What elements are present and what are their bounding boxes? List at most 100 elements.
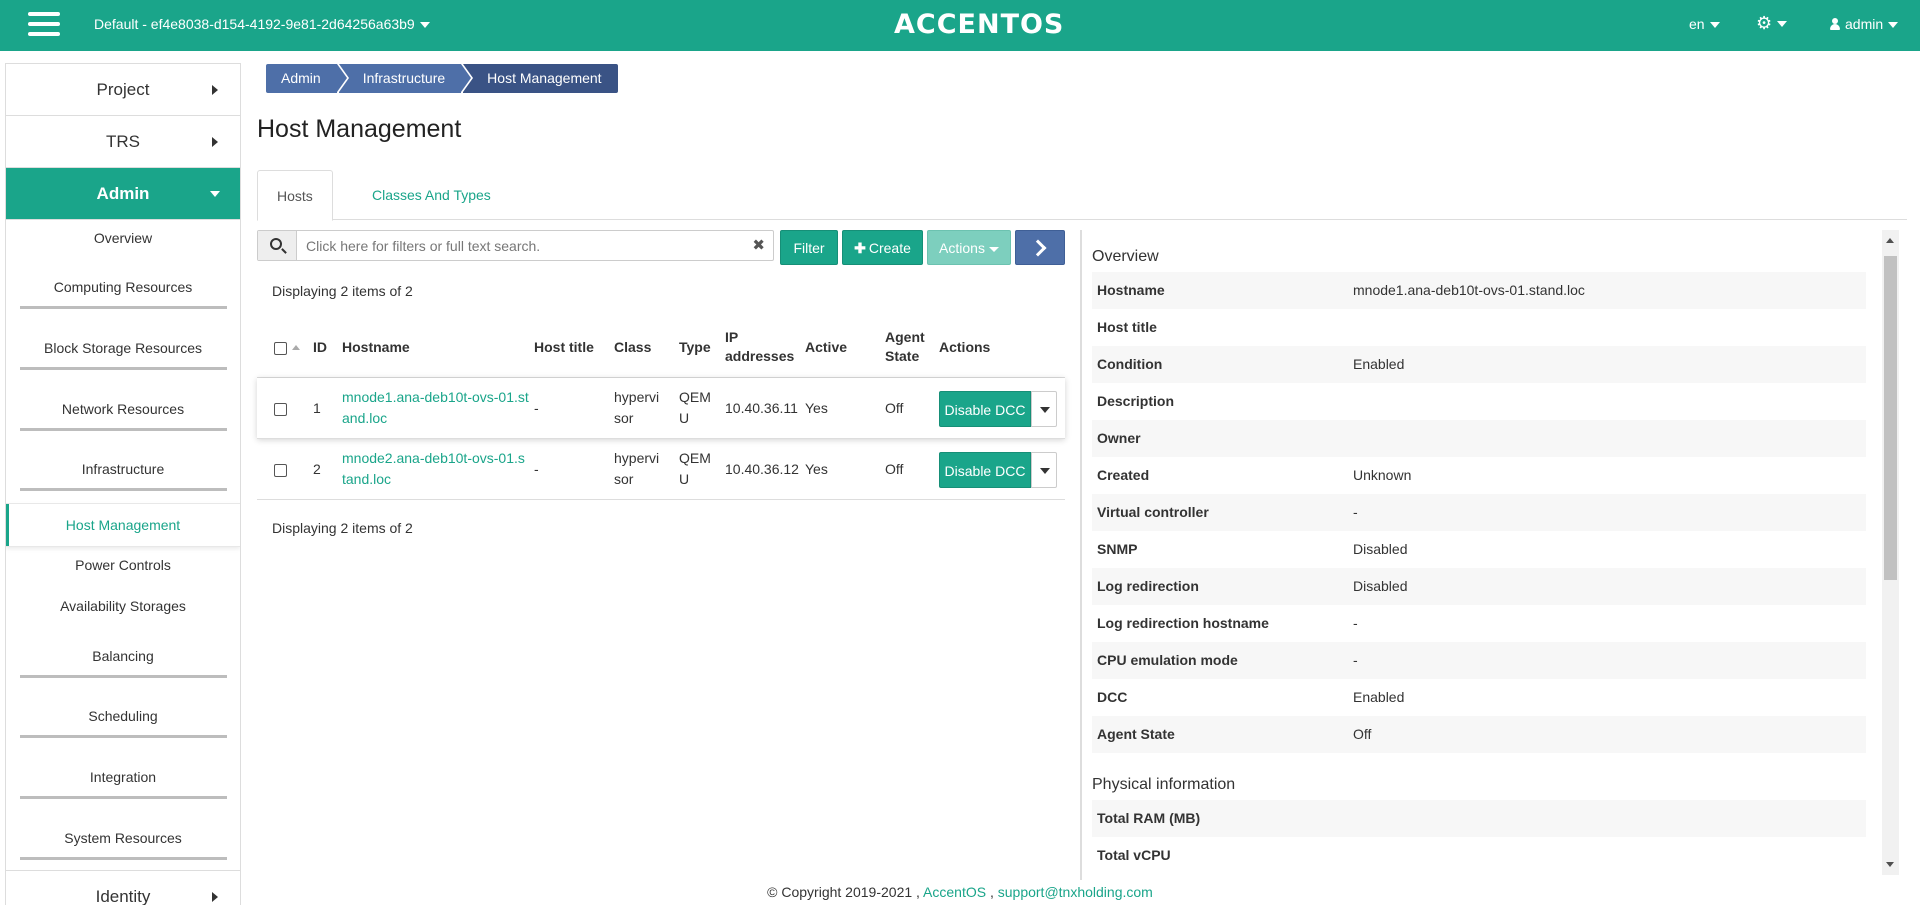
- settings-menu[interactable]: ⚙: [1756, 13, 1788, 34]
- search-icon: [270, 238, 282, 250]
- sort-asc-icon[interactable]: [292, 345, 300, 350]
- sidebar-section-project[interactable]: Project: [6, 64, 240, 116]
- detail-label: Log redirection: [1097, 578, 1199, 594]
- column-header-active[interactable]: Active: [805, 338, 847, 357]
- cell-id: 2: [313, 461, 321, 477]
- footer-support-link[interactable]: support@tnxholding.com: [998, 884, 1153, 900]
- project-selector[interactable]: Default - ef4e8038-d154-4192-9e81-2d6425…: [94, 16, 430, 32]
- detail-row-cpu-emulation-mode: CPU emulation mode -: [1092, 642, 1866, 679]
- panel-divider[interactable]: [1080, 230, 1082, 880]
- cell-class: hypervi sor: [614, 448, 659, 490]
- row-action-dropdown-toggle[interactable]: [1031, 452, 1057, 488]
- row-checkbox[interactable]: [274, 403, 287, 416]
- sidebar-item-overview[interactable]: Overview: [6, 230, 240, 254]
- column-header-ip-line1: IP: [725, 329, 739, 345]
- detail-value: mnode1.ana-deb10t-ovs-01.stand.loc: [1353, 282, 1585, 298]
- sidebar-item-network-resources[interactable]: Network Resources: [6, 401, 240, 431]
- chevron-down-icon: [1888, 22, 1899, 29]
- disable-dcc-button[interactable]: Disable DCC: [939, 391, 1031, 427]
- row-action-dropdown-toggle[interactable]: [1031, 391, 1057, 427]
- sidebar-item-balancing[interactable]: Balancing: [6, 648, 240, 678]
- sidebar-item-system-resources[interactable]: System Resources: [6, 830, 240, 860]
- sidebar-item-divider: [20, 367, 227, 370]
- detail-label: Host title: [1097, 319, 1157, 335]
- detail-row-log-redirection: Log redirection Disabled: [1092, 568, 1866, 605]
- sidebar-item-infrastructure[interactable]: Infrastructure: [6, 461, 240, 491]
- sidebar-item-divider: [20, 675, 227, 678]
- detail-row-total-ram: Total RAM (MB): [1092, 800, 1866, 837]
- tab-classes-and-types[interactable]: Classes And Types: [353, 170, 510, 221]
- column-header-host-title[interactable]: Host title: [534, 338, 594, 357]
- sidebar-item-computing-resources[interactable]: Computing Resources: [6, 279, 240, 309]
- column-header-class[interactable]: Class: [614, 338, 651, 357]
- sidebar-item-integration[interactable]: Integration: [6, 769, 240, 799]
- footer-copyright: © Copyright 2019-2021 ,: [767, 884, 920, 900]
- select-all-checkbox[interactable]: [274, 342, 287, 355]
- create-button[interactable]: ✚ Create: [842, 230, 923, 265]
- language-menu[interactable]: en: [1689, 16, 1720, 32]
- filter-button[interactable]: Filter: [780, 230, 838, 265]
- sidebar-section-label: TRS: [106, 131, 140, 151]
- clear-search-icon[interactable]: ✖: [752, 236, 765, 254]
- toggle-details-button[interactable]: [1015, 230, 1065, 265]
- cell-type-line1: QEM: [679, 389, 711, 405]
- cell-host-title: -: [534, 400, 539, 416]
- user-menu[interactable]: admin: [1830, 16, 1899, 32]
- detail-row-hostname: Hostname mnode1.ana-deb10t-ovs-01.stand.…: [1092, 272, 1866, 309]
- sidebar-item-availability-storages[interactable]: Availability Storages: [6, 598, 240, 622]
- footer-brand-link[interactable]: AccentOS: [923, 884, 986, 900]
- detail-value: -: [1353, 504, 1358, 520]
- breadcrumb-admin[interactable]: Admin: [266, 64, 349, 93]
- sidebar-item-host-management[interactable]: Host Management: [6, 503, 240, 547]
- actions-dropdown-button[interactable]: Actions: [927, 230, 1011, 265]
- column-header-type[interactable]: Type: [679, 338, 711, 357]
- language-label: en: [1689, 16, 1705, 32]
- sidebar-item-scheduling[interactable]: Scheduling: [6, 708, 240, 738]
- scroll-down-arrow-icon[interactable]: [1886, 862, 1894, 867]
- cell-active: Yes: [805, 461, 828, 477]
- row-checkbox[interactable]: [274, 464, 287, 477]
- disable-dcc-button[interactable]: Disable DCC: [939, 452, 1031, 488]
- search-box: ✖: [257, 230, 774, 261]
- sidebar-item-label: Network Resources: [61, 401, 185, 417]
- breadcrumb-infrastructure[interactable]: Infrastructure: [338, 64, 474, 93]
- detail-label: Created: [1097, 467, 1150, 483]
- scroll-up-arrow-icon[interactable]: [1886, 238, 1894, 243]
- detail-row-description: Description: [1092, 383, 1866, 420]
- tab-hosts[interactable]: Hosts: [257, 170, 333, 221]
- column-header-ip-addresses[interactable]: IP addresses: [725, 328, 794, 366]
- search-input[interactable]: [298, 231, 738, 260]
- column-header-id[interactable]: ID: [313, 338, 327, 357]
- column-header-actions: Actions: [939, 339, 991, 355]
- search-addon[interactable]: [258, 231, 297, 260]
- sidebar-section-admin[interactable]: Admin: [6, 168, 240, 220]
- sidebar-item-divider: [20, 488, 227, 491]
- column-header-agent-state[interactable]: Agent State: [885, 328, 925, 366]
- sidebar-item-power-controls[interactable]: Power Controls: [6, 557, 240, 581]
- cell-hostname-link[interactable]: mnode2.ana-deb10t-ovs-01.s tand.loc: [342, 448, 525, 490]
- display-count-top: Displaying 2 items of 2: [272, 283, 413, 299]
- sidebar-item-label: System Resources: [64, 830, 182, 846]
- plus-icon: ✚: [854, 240, 866, 256]
- detail-label: Owner: [1097, 430, 1141, 446]
- table-row[interactable]: 1 mnode1.ana-deb10t-ovs-01.st and.loc - …: [257, 378, 1065, 439]
- details-scrollbar[interactable]: [1882, 230, 1899, 875]
- sidebar-section-label: Admin: [96, 183, 150, 203]
- sidebar-section-trs[interactable]: TRS: [6, 116, 240, 168]
- sidebar-item-block-storage-resources[interactable]: Block Storage Resources: [6, 340, 240, 370]
- table-row[interactable]: 2 mnode2.ana-deb10t-ovs-01.s tand.loc - …: [257, 439, 1065, 500]
- detail-value: Enabled: [1353, 689, 1405, 705]
- detail-value: Disabled: [1353, 578, 1408, 594]
- detail-row-condition: Condition Enabled: [1092, 346, 1866, 383]
- sidebar-item-label: Host Management: [65, 517, 181, 533]
- column-header-hostname[interactable]: Hostname: [342, 338, 410, 357]
- overview-section-title: Overview: [1092, 248, 1159, 265]
- scrollbar-thumb[interactable]: [1884, 256, 1897, 580]
- detail-row-owner: Owner: [1092, 420, 1866, 457]
- cell-hostname-link[interactable]: mnode1.ana-deb10t-ovs-01.st and.loc: [342, 387, 529, 429]
- detail-value: Off: [1353, 726, 1372, 742]
- cell-class-line1: hypervi: [614, 450, 660, 466]
- detail-value: Disabled: [1353, 541, 1408, 557]
- detail-value: Enabled: [1353, 356, 1405, 372]
- hamburger-menu-icon[interactable]: [28, 12, 60, 39]
